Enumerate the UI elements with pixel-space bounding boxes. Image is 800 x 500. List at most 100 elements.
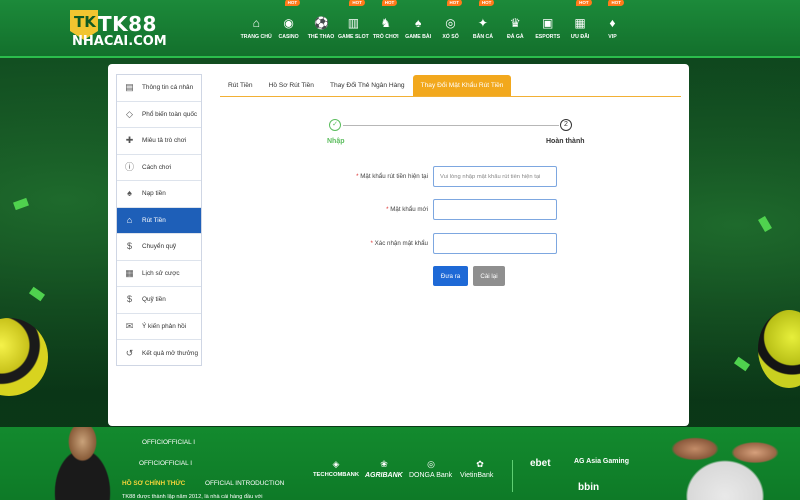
nav-item-2[interactable]: ⚽ THỂ THAO <box>305 0 337 56</box>
sidebar-item-1[interactable]: ◇ Phổ biến toàn quốc <box>117 102 201 128</box>
nav-item-8[interactable]: ♛ ĐÁ GÀ <box>499 0 531 56</box>
nav-label: TRÒ CHƠI <box>372 34 399 40</box>
dollar-circle-icon: $ <box>126 241 132 252</box>
nav-label: BẮN CÁ <box>472 34 494 40</box>
partner-bbin: bbin <box>578 482 600 493</box>
tab-1[interactable]: Hồ Sơ Rút Tiền <box>261 75 322 96</box>
current-password-input[interactable] <box>433 166 557 187</box>
stepper-line <box>343 125 559 126</box>
hot-badge: HOT <box>284 0 301 6</box>
footer-separator <box>512 460 513 492</box>
sidebar-item-label: Kết quả mở thưởng <box>142 349 199 357</box>
bank-vietinbank: VietinBank <box>460 472 494 479</box>
bank-agribank: AGRIBANK <box>365 472 403 479</box>
nav-item-0[interactable]: ⌂ TRANG CHỦ <box>240 0 272 56</box>
diamond-icon: ◇ <box>126 108 133 119</box>
nav-label: GAME BÀI <box>405 34 432 40</box>
logo-site-name: NHACAI.COM <box>72 34 167 49</box>
step-2-indicator: 2 <box>560 119 572 131</box>
hot-badge: HOT <box>446 0 463 6</box>
sidebar-item-0[interactable]: ▤ Thông tin cá nhân <box>117 75 201 102</box>
nav-item-11[interactable]: HOT ♦ VIP <box>596 0 628 56</box>
nav-label: VIP <box>608 34 617 40</box>
piggy-bank-icon: ♠ <box>127 188 132 199</box>
cash-icon: $ <box>126 294 132 305</box>
nav-item-9[interactable]: ▣ ESPORTS <box>532 0 564 56</box>
sidebar-item-5[interactable]: ⌂ Rút Tiền <box>117 207 201 234</box>
bank-techcombank: TECHCOMBANK <box>313 472 360 478</box>
sidebar-item-6[interactable]: $ Chuyển quỹ <box>117 234 201 261</box>
footer-heading: HỒ SƠ CHÍNH THỨC <box>122 480 186 487</box>
partner-ag: AG Asia Gaming <box>574 458 629 465</box>
vietinbank-logo-icon: ✿ <box>476 459 484 469</box>
history-icon: ↺ <box>125 347 134 358</box>
cards-icon: ♠ <box>414 16 422 30</box>
nav-item-3[interactable]: HOT ▥ GAME SLOT <box>337 0 369 56</box>
step-2-label: Hoàn thành <box>546 138 585 145</box>
new-password-input[interactable] <box>433 199 557 220</box>
confirm-password-input[interactable] <box>433 233 557 254</box>
player-photo <box>40 427 125 500</box>
tab-3[interactable]: Thay Đổi Mật Khẩu Rút Tiền <box>412 75 512 96</box>
sidebar-item-2[interactable]: ✚ Miêu tả trò chơi <box>117 128 201 155</box>
nav-item-4[interactable]: HOT ♞ TRÒ CHƠI <box>370 0 402 56</box>
casino-chip-icon: ◉ <box>283 16 294 30</box>
hot-badge: HOT <box>349 0 365 6</box>
info-icon: ⓘ <box>124 161 134 172</box>
nav-label: ĐÁ GÀ <box>506 34 524 40</box>
hot-badge: HOT <box>576 0 592 6</box>
footer-heading-sub: OFFICIAL INTRODUCTION <box>205 480 285 487</box>
sidebar-item-label: Phổ biến toàn quốc <box>142 110 198 118</box>
footer-line-1: OFFICIOFFICIAL I <box>142 439 196 446</box>
sidebar-item-7[interactable]: ▦ Lịch sử cược <box>117 261 201 287</box>
sidebar-item-8[interactable]: $ Quỹ tiền <box>117 287 201 314</box>
sidebar-item-9[interactable]: ✉ Ý kiến phản hồi <box>117 314 201 340</box>
step-1-check-icon: ✓ <box>329 119 341 131</box>
sidebar-item-label: Ý kiến phản hồi <box>142 322 187 330</box>
footer-line-2: OFFICIOFFICIAL I <box>139 460 193 467</box>
reset-button[interactable]: Cài lại <box>473 266 505 286</box>
nav-item-7[interactable]: HOT ✦ BẮN CÁ <box>467 0 499 56</box>
partner-ebet: ebet <box>530 458 551 469</box>
agribank-logo-icon: ❀ <box>380 459 388 469</box>
sidebar-item-label: Chuyển quỹ <box>142 243 177 251</box>
nav-item-5[interactable]: ♠ GAME BÀI <box>402 0 434 56</box>
slot-machine-icon: ▥ <box>347 16 360 30</box>
footer-caption: TK88 được thành lập năm 2012, là nhà cái… <box>122 494 263 500</box>
account-sidebar: ▤ Thông tin cá nhân ◇ Phổ biến toàn quốc ✚ Mi… <box>116 74 202 366</box>
tab-0[interactable]: Rút Tiền <box>220 75 261 96</box>
tab-2[interactable]: Thay Đổi Thẻ Ngân Hàng <box>322 75 413 96</box>
confirm-password-label: * Xác nhận mật khẩu <box>370 240 428 247</box>
document-icon: ▦ <box>125 267 134 278</box>
nav-item-1[interactable]: HOT ◉ CASINO <box>272 0 304 56</box>
bank-icon: ⌂ <box>126 214 133 225</box>
nav-item-10[interactable]: HOT ▦ ƯU ĐÃI <box>564 0 596 56</box>
hot-badge: HOT <box>608 0 624 6</box>
withdraw-tabs: Rút Tiền Hồ Sơ Rút Tiền Thay Đổi Thẻ Ngân … <box>220 75 681 97</box>
current-password-label: * Mật khẩu rút tiền hiện tại <box>356 173 428 180</box>
fish-icon: ✦ <box>477 16 488 30</box>
sidebar-item-10[interactable]: ↺ Kết quả mở thưởng <box>117 340 201 367</box>
site-logo[interactable]: TK TK88 NHACAI.COM <box>70 10 190 49</box>
nav-label: THỂ THAO <box>307 34 335 40</box>
bank-dongabank: DONGA Bank <box>409 472 453 479</box>
sidebar-item-label: Rút Tiền <box>142 216 166 224</box>
hot-badge: HOT <box>478 0 495 6</box>
nav-item-6[interactable]: HOT ◎ XỔ SỐ <box>434 0 466 56</box>
nav-label: TRANG CHỦ <box>240 34 272 40</box>
nav-label: XỔ SỐ <box>442 34 459 40</box>
sidebar-item-4[interactable]: ♠ Nạp tiền <box>117 181 201 208</box>
sidebar-item-label: Nạp tiền <box>142 190 166 198</box>
top-header: TK TK88 NHACAI.COM ⌂ TRANG CHỦ HOT ◉ CASINO ⚽… <box>0 0 800 58</box>
new-password-label: * Mật khẩu mới <box>386 206 428 213</box>
hot-badge: HOT <box>381 0 398 6</box>
main-nav: ⌂ TRANG CHỦ HOT ◉ CASINO ⚽ THỂ THAO HOT ▥ GAME SL… <box>240 0 629 56</box>
footer <box>0 427 800 500</box>
sidebar-item-label: Quỹ tiền <box>142 296 166 304</box>
sidebar-item-3[interactable]: ⓘ Cách chơi <box>117 155 201 181</box>
submit-button[interactable]: Đưa ra <box>433 266 468 286</box>
sidebar-item-label: Thông tin cá nhân <box>142 84 194 92</box>
dongabank-logo-icon: ◎ <box>427 459 435 469</box>
step-1-label: Nhập <box>327 138 345 145</box>
gamepad-icon: ✚ <box>125 135 134 146</box>
